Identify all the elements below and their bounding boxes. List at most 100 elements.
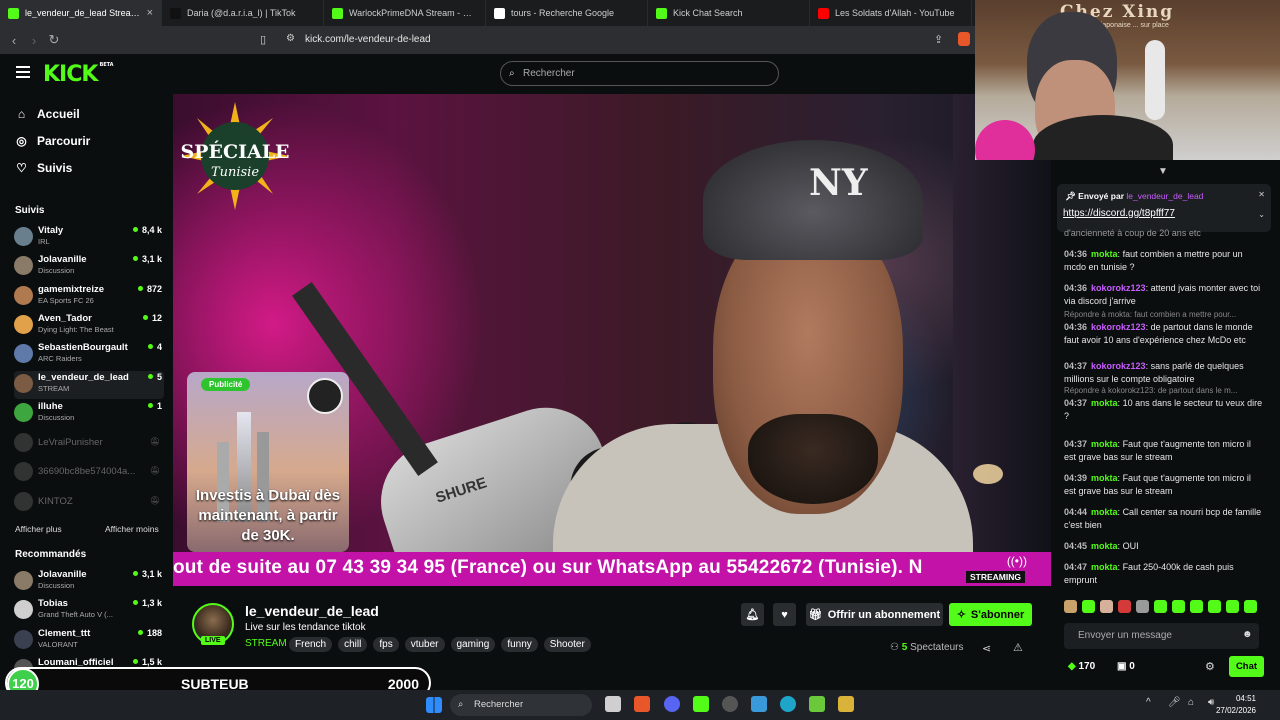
stream-tag[interactable]: funny [501, 637, 538, 652]
chat-username[interactable]: mokta [1091, 439, 1118, 449]
subscribe-button[interactable]: ✧ S'abonner [949, 603, 1032, 626]
stream-tag[interactable]: French [289, 637, 333, 652]
mic-tray-icon[interactable]: 🎤︎ [1168, 697, 1181, 708]
chat-message[interactable]: 04:47 mokta: Faut 250-400k de cash puis e… [1064, 561, 1264, 587]
stream-tag[interactable]: fps [373, 637, 399, 652]
tab-close-icon[interactable]: × [147, 7, 153, 19]
bookmark-icon[interactable]: ▯ [260, 33, 266, 46]
windows-start-icon[interactable] [426, 697, 442, 713]
chat-username[interactable]: mokta [1091, 541, 1118, 551]
stream-tag[interactable]: Shooter [543, 637, 591, 652]
chat-settings-icon[interactable]: ⚙ [1205, 660, 1215, 673]
browser-tab[interactable]: tours - Recherche Google [486, 0, 648, 26]
chat-username[interactable]: mokta [1091, 398, 1118, 408]
ad-overlay[interactable]: Publicité Investis à Dubaï dès maintenan… [187, 372, 349, 552]
chat-message[interactable]: 04:37 mokta: Faut que t'augmente ton micr… [1064, 438, 1264, 464]
sidebar-channel[interactable]: Vitaly IRL 8,4 k [14, 224, 164, 252]
task-view-icon[interactable] [605, 696, 621, 712]
tab-favicon-icon [656, 7, 667, 19]
browser-tab[interactable]: Kick Chat Search [648, 0, 810, 26]
url-text[interactable]: kick.com/le-vendeur-de-lead [305, 34, 431, 45]
pinned-link[interactable]: https://discord.gg/t8pfff77 [1063, 208, 1175, 219]
gift-sub-button[interactable]: 🎁︎ Offrir un abonnement [806, 603, 943, 626]
chat-username[interactable]: kokorokz123 [1091, 283, 1146, 293]
chat-message[interactable]: 04:45 mokta: OUI [1064, 540, 1264, 553]
chat-username[interactable]: kokorokz123 [1091, 361, 1146, 371]
notification-bell-button[interactable]: 🔔︎ [741, 603, 764, 626]
edge-taskbar-icon[interactable] [780, 696, 796, 712]
chat-input[interactable]: Envoyer un message [1064, 623, 1259, 649]
star-icon: ✧ [956, 609, 966, 621]
share-stream-icon[interactable]: ⋖ [982, 642, 991, 655]
sidebar-nav-accueil[interactable]: ⌂ Accueil [15, 107, 80, 121]
sidebar-channel[interactable]: illuhe Discussion 1 [14, 400, 164, 428]
network-tray-icon[interactable]: ⌂ [1188, 697, 1194, 708]
brave-shield-icon[interactable] [958, 32, 970, 46]
app-taskbar-icon[interactable] [809, 696, 825, 712]
taskbar-search[interactable]: ⌕ Rechercher [450, 694, 592, 716]
gift-count[interactable]: ▣ 0 [1117, 661, 1135, 672]
paint-taskbar-icon[interactable] [751, 696, 767, 712]
streamer-name[interactable]: le_vendeur_de_lead [245, 603, 379, 619]
chat-message[interactable]: Répondre à mokta: faut combien a mettre … [1064, 308, 1264, 347]
share-icon[interactable]: ⇪ [934, 33, 943, 46]
obs-taskbar-icon[interactable] [722, 696, 738, 712]
sidebar-channel-offline[interactable]: LeVraiPunisher 🔕︎ [14, 430, 164, 458]
chat-message[interactable]: 04:39 mokta: Faut que t'augmente ton micr… [1064, 472, 1264, 498]
unpin-icon[interactable]: ✕ [1258, 190, 1265, 199]
chat-username[interactable]: mokta [1091, 507, 1118, 517]
stream-category[interactable]: STREAM [245, 638, 287, 649]
tray-up-icon[interactable]: ^ [1146, 697, 1151, 708]
reload-icon[interactable]: ↻ [44, 32, 64, 48]
chat-username[interactable]: mokta [1091, 249, 1118, 259]
back-icon[interactable]: ‹ [4, 33, 24, 48]
volume-tray-icon[interactable]: 🔊︎ [1208, 697, 1214, 708]
chat-collapse-icon[interactable]: ▼ [1158, 166, 1168, 177]
stream-tag[interactable]: gaming [450, 637, 496, 652]
browser-tab[interactable]: Daria (@d.a.r.i.a_l) | TikTok [162, 0, 324, 26]
brave-taskbar-icon[interactable] [634, 696, 650, 712]
chat-username[interactable]: kokorokz123 [1091, 322, 1146, 332]
sidebar-channel-offline[interactable]: 36690bc8be574004a... 🔕︎ [14, 459, 164, 487]
chat-message[interactable]: Répondre à kokorokz123: de partout dans … [1064, 384, 1264, 423]
discord-taskbar-icon[interactable] [664, 696, 680, 712]
kick-logo[interactable]: KICK BETA [43, 62, 114, 87]
emoji-icon[interactable]: ☻ [1242, 629, 1253, 640]
sidebar-channel-offline[interactable]: KINTOZ 🔕︎ [14, 489, 164, 517]
stream-tag[interactable]: vtuber [404, 637, 445, 652]
sidebar-recommended-channel[interactable]: Clement_ttt VALORANT 188 [14, 627, 164, 655]
sidebar-channel[interactable]: gamemixtreize EA Sports FC 26 872 [14, 283, 164, 311]
chat-send-button[interactable]: Chat [1229, 656, 1264, 677]
chat-username[interactable]: mokta [1091, 562, 1118, 572]
chat-message[interactable]: 04:36 mokta: faut combien a mettre pour u… [1064, 248, 1264, 274]
browser-tab[interactable]: le_vendeur_de_lead Stream - × [0, 0, 162, 26]
sidebar-recommended-channel[interactable]: Tobias Grand Theft Auto V (... 1,3 k [14, 597, 164, 625]
taskbar-clock[interactable]: 04:51 27/02/2026 [1216, 693, 1256, 717]
chat-message[interactable]: 04:44 mokta: Call center sa nourri bcp de… [1064, 506, 1264, 532]
forward-icon[interactable]: › [24, 33, 44, 48]
browser-tab[interactable]: Les Soldats d'Allah - YouTube [810, 0, 972, 26]
browser-tab[interactable]: WarlockPrimeDNA Stream - Watch L [324, 0, 486, 26]
sidebar-recommended-channel[interactable]: Jolavanille Discussion 3,1 k [14, 568, 164, 596]
sidebar-channel[interactable]: le_vendeur_de_lead STREAM 5 [14, 370, 164, 399]
search-input[interactable]: ⌕ Rechercher [500, 61, 779, 86]
stream-tag[interactable]: chill [338, 637, 368, 652]
follow-button[interactable]: ♥ [773, 603, 796, 626]
chat-message[interactable]: 04:36 kokorokz123: attend jvais monter av… [1064, 282, 1264, 308]
site-info-icon[interactable]: ⚙ [286, 33, 295, 44]
show-less-link[interactable]: Afficher moins [105, 524, 159, 534]
pinned-message[interactable]: 📌︎ Envoyé par le_vendeur_de_lead https:/… [1057, 184, 1271, 232]
report-icon[interactable]: ⚠ [1013, 641, 1023, 654]
menu-icon[interactable] [16, 66, 30, 78]
app2-taskbar-icon[interactable] [838, 696, 854, 712]
sidebar-nav-suivis[interactable]: ♡ Suivis [15, 161, 72, 175]
kick-taskbar-icon[interactable] [693, 696, 709, 712]
chat-username[interactable]: mokta [1091, 473, 1118, 483]
sidebar-nav-parcourir[interactable]: ◎ Parcourir [15, 134, 90, 148]
expand-icon[interactable]: ⌄ [1258, 210, 1265, 219]
sidebar-channel[interactable]: Jolavanille Discussion 3,1 k [14, 253, 164, 281]
sidebar-channel[interactable]: Aven_Tador Dying Light: The Beast 12 [14, 312, 164, 340]
show-more-link[interactable]: Afficher plus [15, 524, 62, 534]
chat-message[interactable]: 04:37 kokorokz123: sans parlé de quelques… [1064, 360, 1264, 386]
sidebar-channel[interactable]: SebastienBourgault ARC Raiders 4 [14, 341, 164, 369]
